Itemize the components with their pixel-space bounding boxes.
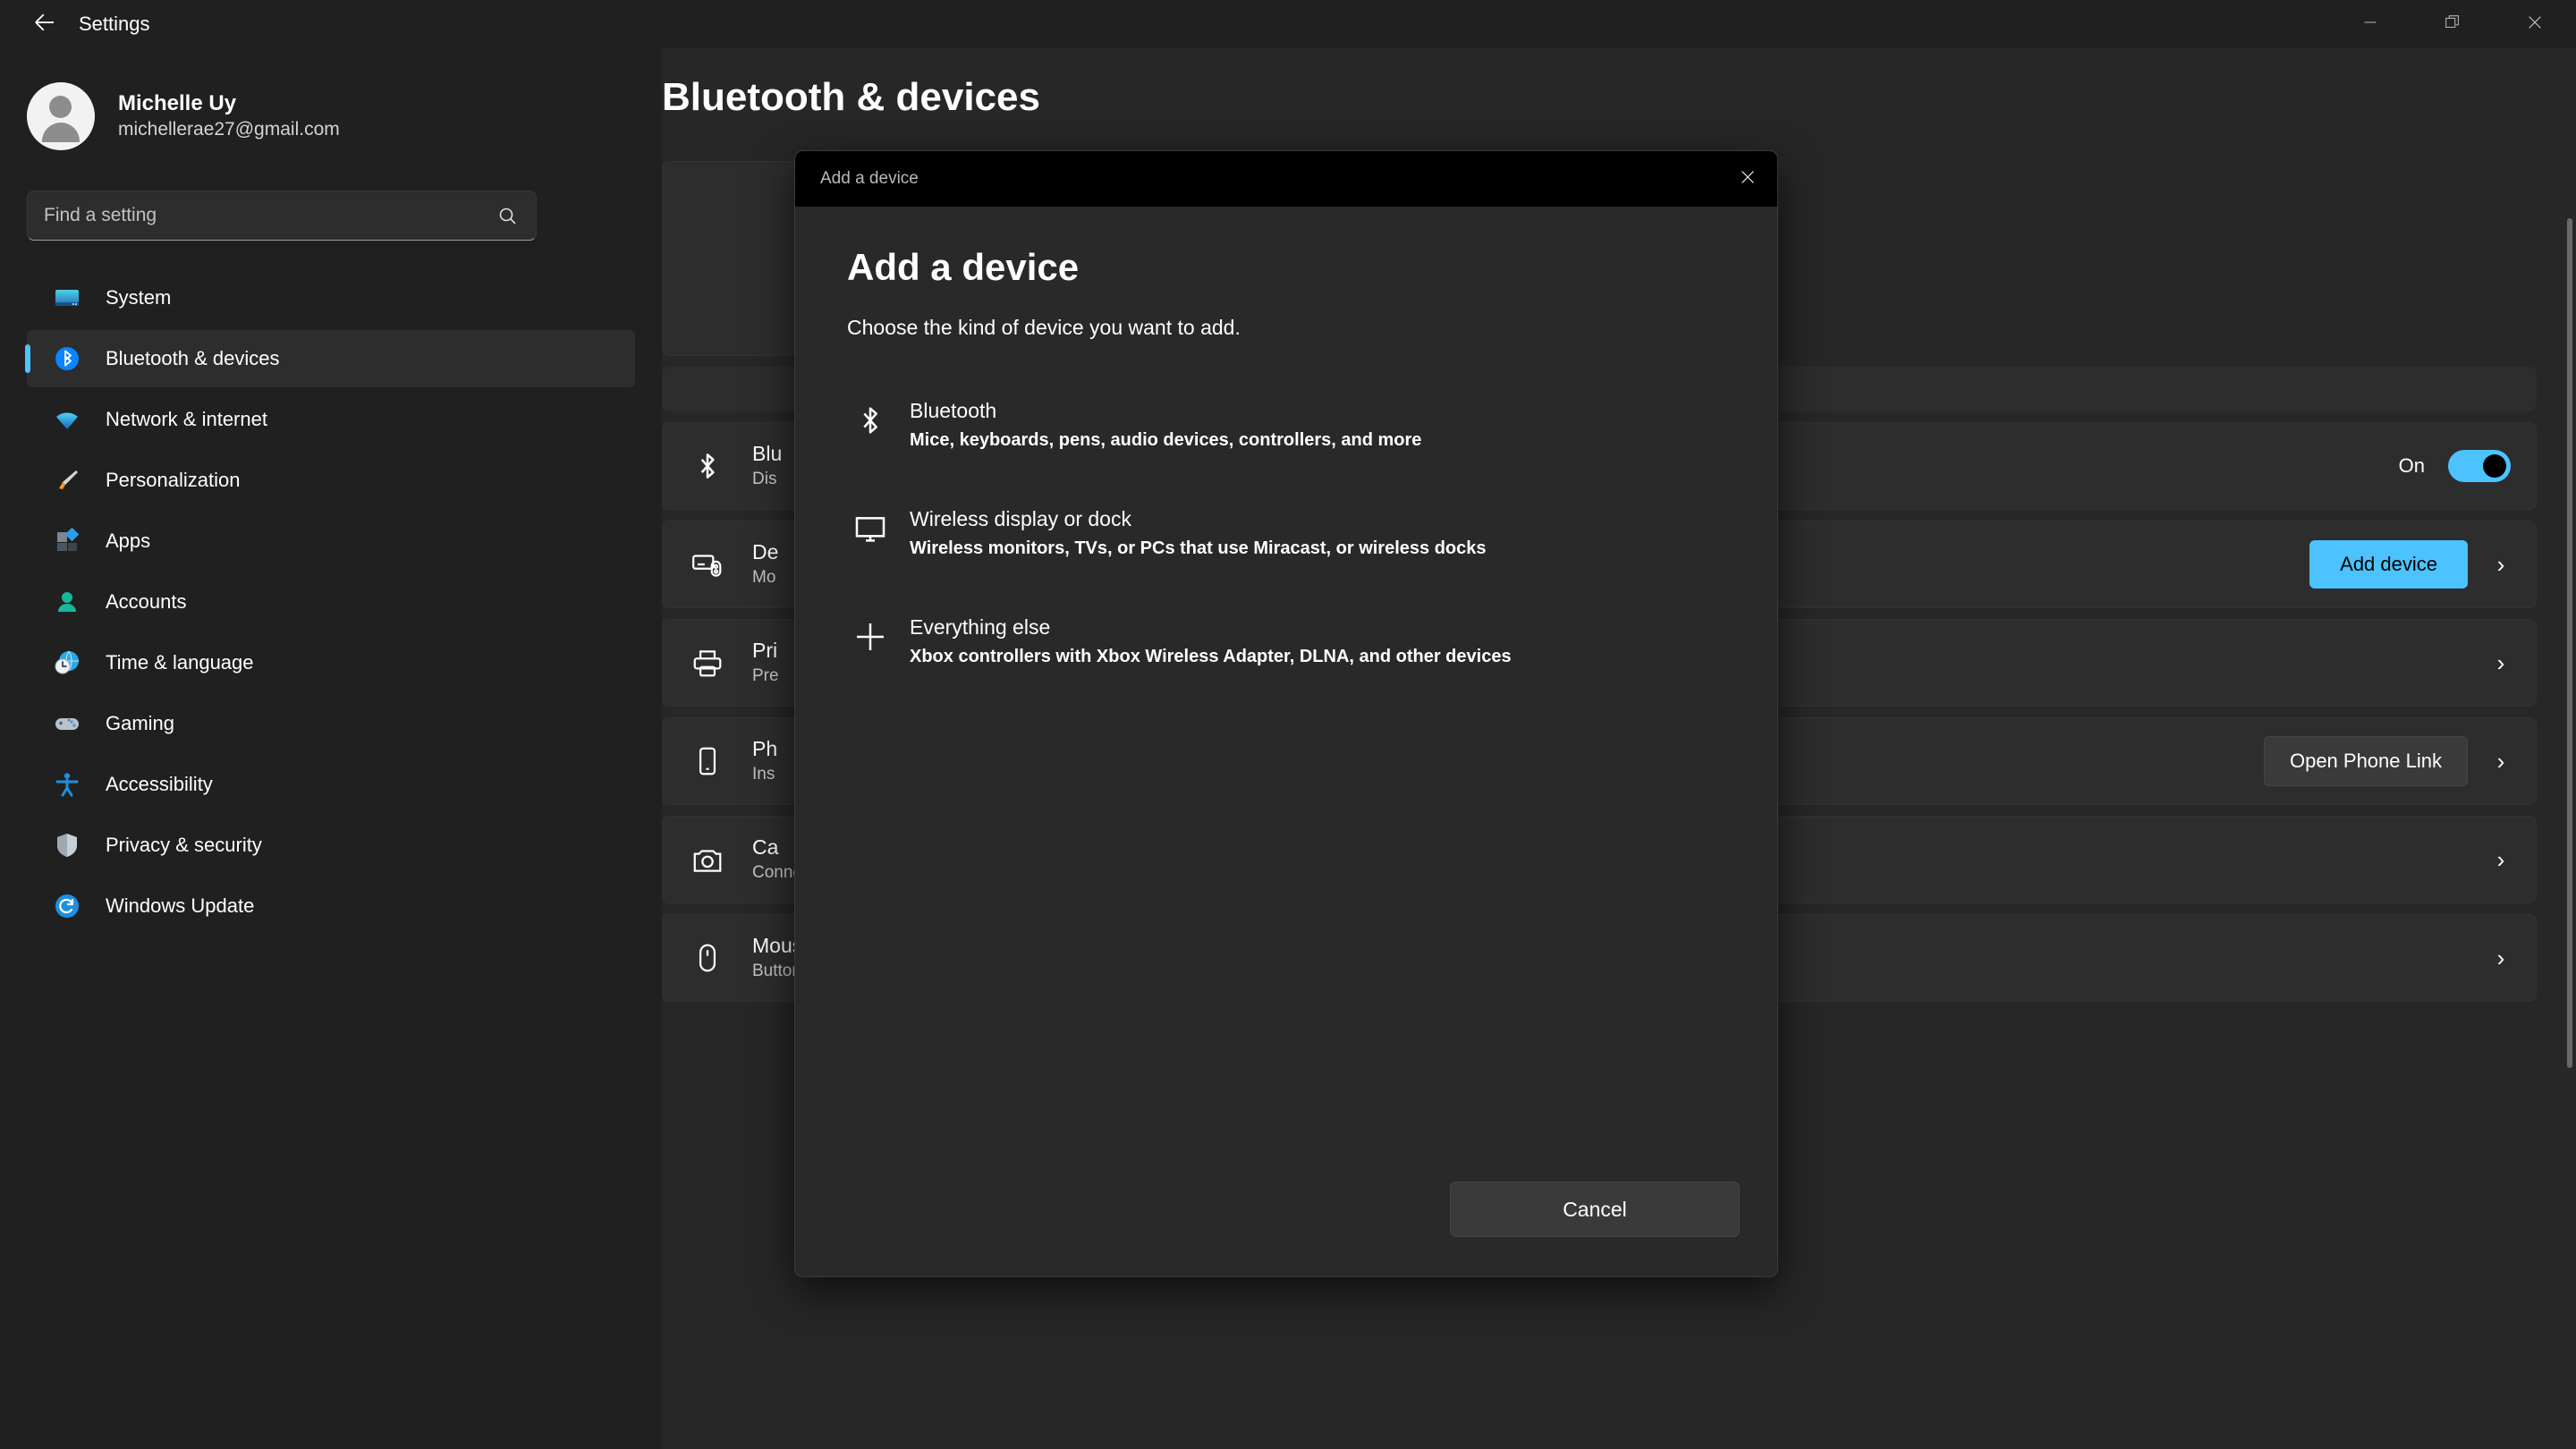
dialog-titlebar: Add a device	[795, 151, 1777, 207]
option-subtitle: Wireless monitors, TVs, or PCs that use …	[910, 535, 1487, 562]
shield-icon	[52, 830, 82, 860]
sidebar-item-label: Bluetooth & devices	[106, 347, 279, 370]
sidebar-item-label: Network & internet	[106, 408, 267, 431]
sidebar-item-bluetooth-devices[interactable]: Bluetooth & devices	[27, 330, 635, 387]
option-subtitle: Xbox controllers with Xbox Wireless Adap…	[910, 643, 1512, 670]
option-title: Wireless display or dock	[910, 505, 1487, 533]
sidebar-item-accessibility[interactable]: Accessibility	[27, 756, 635, 813]
bluetooth-icon	[847, 397, 894, 438]
camera-icon	[688, 843, 727, 877]
sidebar-item-label: Gaming	[106, 712, 174, 735]
option-title: Everything else	[910, 614, 1512, 641]
sidebar-item-label: Time & language	[106, 651, 254, 674]
sidebar-item-label: Apps	[106, 530, 150, 553]
keyboard-mouse-icon	[688, 547, 727, 581]
add-device-dialog: Add a device Add a device Choose the kin…	[794, 150, 1778, 1277]
page-title: Bluetooth & devices	[662, 75, 2537, 120]
mouse-icon	[688, 941, 727, 975]
minimize-icon	[2360, 13, 2380, 37]
add-device-button[interactable]: Add device	[2309, 540, 2468, 589]
sidebar-item-personalization[interactable]: Personalization	[27, 452, 635, 509]
dialog-titlebar-text: Add a device	[820, 169, 919, 189]
sidebar-item-label: Windows Update	[106, 894, 254, 918]
person-avatar-icon	[49, 96, 72, 118]
chevron-right-icon[interactable]: ›	[2491, 551, 2511, 579]
bluetooth-icon	[688, 449, 727, 483]
sidebar-item-apps[interactable]: Apps	[27, 513, 635, 570]
close-button[interactable]	[2494, 0, 2576, 48]
sidebar-item-system[interactable]: System	[27, 269, 635, 326]
search-icon[interactable]	[496, 205, 518, 226]
search-input[interactable]	[28, 205, 496, 226]
device-type-options: Bluetooth Mice, keyboards, pens, audio d…	[847, 377, 1725, 702]
dialog-footer: Cancel	[795, 1142, 1777, 1276]
open-phone-link-button[interactable]: Open Phone Link	[2264, 736, 2468, 786]
printer-icon	[688, 646, 727, 680]
sidebar-item-gaming[interactable]: Gaming	[27, 695, 635, 752]
chevron-right-icon[interactable]: ›	[2491, 748, 2511, 775]
sidebar-item-label: Accounts	[106, 590, 187, 614]
dialog-body: Add a device Choose the kind of device y…	[795, 207, 1777, 702]
refresh-circle-icon	[52, 891, 82, 921]
gamepad-icon	[52, 708, 82, 739]
wifi-icon	[52, 404, 82, 435]
user-profile[interactable]: Michelle Uy michellerae27@gmail.com	[27, 82, 662, 150]
person-icon	[52, 587, 82, 617]
bluetooth-toggle[interactable]	[2448, 450, 2511, 482]
accessibility-person-icon	[52, 769, 82, 800]
option-wireless-display[interactable]: Wireless display or dock Wireless monito…	[847, 486, 1725, 594]
monitor-icon	[52, 283, 82, 313]
dialog-close-button[interactable]	[1718, 151, 1777, 207]
dialog-subheading: Choose the kind of device you want to ad…	[847, 316, 1725, 340]
sidebar-item-windows-update[interactable]: Windows Update	[27, 877, 635, 935]
avatar	[27, 82, 95, 150]
option-title: Bluetooth	[910, 397, 1421, 425]
sidebar: Michelle Uy michellerae27@gmail.com	[0, 48, 662, 1449]
apps-squares-icon	[52, 526, 82, 556]
chevron-right-icon[interactable]: ›	[2491, 649, 2511, 677]
sidebar-item-time-language[interactable]: Time & language	[27, 634, 635, 691]
restore-icon	[2443, 13, 2462, 37]
minimize-button[interactable]	[2329, 0, 2411, 48]
close-icon	[1738, 167, 1758, 191]
sidebar-item-privacy-security[interactable]: Privacy & security	[27, 817, 635, 874]
window-titlebar: Settings	[0, 0, 2576, 48]
monitor-icon	[847, 505, 894, 547]
profile-name: Michelle Uy	[118, 90, 340, 117]
search-box[interactable]	[27, 191, 537, 241]
dialog-heading: Add a device	[847, 246, 1725, 289]
back-button[interactable]	[20, 6, 70, 42]
app-title: Settings	[79, 13, 150, 36]
sidebar-item-label: Privacy & security	[106, 834, 262, 857]
main-scrollbar[interactable]	[2567, 218, 2572, 1068]
close-icon	[2525, 13, 2545, 37]
option-bluetooth[interactable]: Bluetooth Mice, keyboards, pens, audio d…	[847, 377, 1725, 486]
phone-icon	[688, 744, 727, 778]
option-subtitle: Mice, keyboards, pens, audio devices, co…	[910, 427, 1421, 453]
profile-email: michellerae27@gmail.com	[118, 117, 340, 142]
restore-button[interactable]	[2411, 0, 2494, 48]
cancel-button[interactable]: Cancel	[1450, 1182, 1740, 1237]
paintbrush-icon	[52, 465, 82, 496]
clock-globe-icon	[52, 648, 82, 678]
arrow-left-icon	[31, 9, 58, 40]
chevron-right-icon[interactable]: ›	[2491, 945, 2511, 972]
sidebar-item-network-internet[interactable]: Network & internet	[27, 391, 635, 448]
chevron-right-icon[interactable]: ›	[2491, 846, 2511, 874]
sidebar-item-label: Accessibility	[106, 773, 213, 796]
bluetooth-icon	[52, 343, 82, 374]
plus-icon	[847, 614, 894, 655]
option-everything-else[interactable]: Everything else Xbox controllers with Xb…	[847, 594, 1725, 702]
sidebar-item-label: Personalization	[106, 469, 240, 492]
sidebar-nav: System Bluetooth & devices	[0, 269, 662, 935]
sidebar-item-label: System	[106, 286, 171, 309]
window-controls	[2329, 0, 2576, 48]
toggle-state-label: On	[2399, 454, 2425, 478]
sidebar-item-accounts[interactable]: Accounts	[27, 573, 635, 631]
